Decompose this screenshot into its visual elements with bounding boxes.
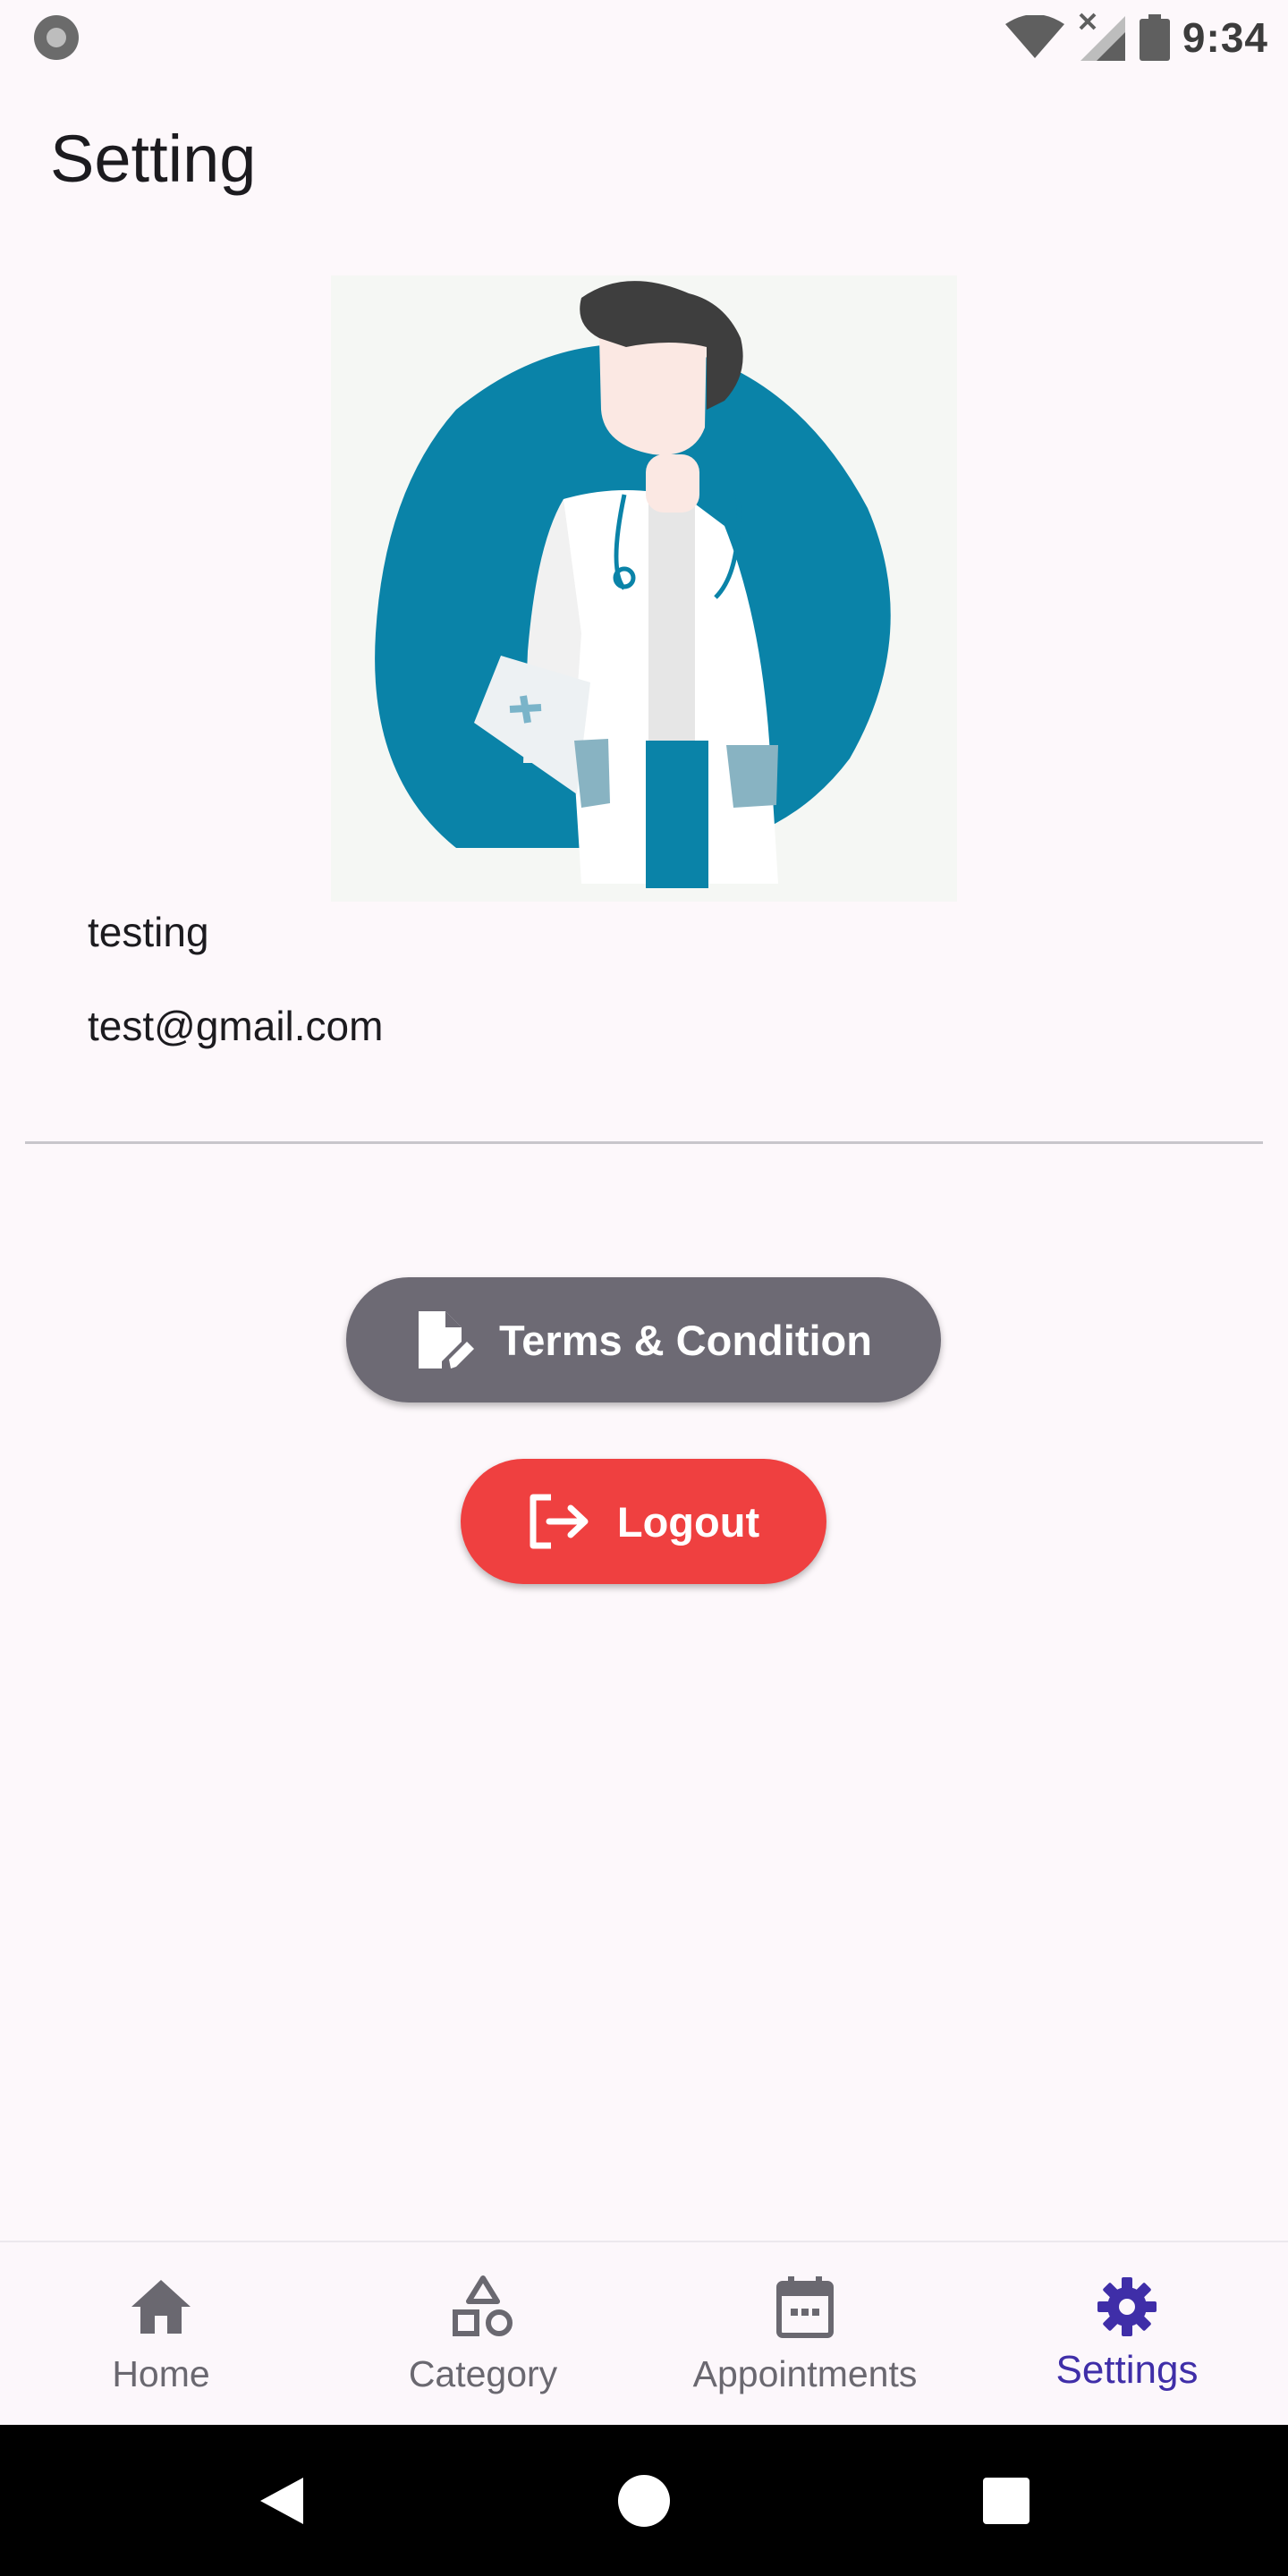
shapes-icon — [453, 2275, 513, 2336]
terms-condition-button[interactable]: Terms & Condition — [346, 1277, 941, 1402]
calendar-icon — [776, 2276, 834, 2338]
status-bar: 9:34 — [0, 0, 1288, 75]
doctor-illustration — [375, 281, 891, 888]
system-recents-button[interactable] — [953, 2425, 1060, 2576]
gear-icon — [1097, 2277, 1157, 2336]
status-time: 9:34 — [1182, 14, 1268, 61]
wifi-icon — [1004, 15, 1064, 58]
profile-email: test@gmail.com — [88, 1003, 384, 1049]
nav-item-settings[interactable]: Settings — [966, 2242, 1288, 2427]
logout-label: Logout — [616, 1497, 760, 1546]
home-icon — [131, 2280, 191, 2334]
profile-avatar — [331, 275, 957, 902]
logout-icon — [530, 1494, 589, 1549]
battery-icon — [1139, 14, 1170, 61]
nav-item-home[interactable]: Home — [0, 2242, 322, 2427]
nav-label-appointments: Appointments — [692, 2353, 918, 2394]
nav-label-category: Category — [408, 2353, 558, 2394]
settings-screen: 9:34 Setting testing test@gmail.com Term… — [0, 0, 1288, 2576]
divider — [25, 1141, 1263, 1144]
cellular-no-signal-icon — [1079, 13, 1125, 61]
nav-item-category[interactable]: Category — [322, 2242, 644, 2427]
status-icons: 9:34 — [1004, 9, 1268, 66]
system-navigation-bar — [0, 2425, 1288, 2576]
document-edit-icon — [419, 1311, 475, 1368]
system-home-button[interactable] — [590, 2425, 698, 2576]
back-icon — [260, 2477, 303, 2524]
logout-button[interactable]: Logout — [461, 1459, 826, 1584]
terms-condition-label: Terms & Condition — [499, 1316, 872, 1364]
nav-item-appointments[interactable]: Appointments — [644, 2242, 966, 2427]
nav-label-settings: Settings — [1055, 2348, 1199, 2392]
home-circle-icon — [618, 2474, 670, 2527]
profile-name: testing — [88, 909, 209, 955]
system-back-button[interactable] — [228, 2425, 335, 2576]
record-indicator-icon — [34, 15, 79, 60]
page-title: Setting — [50, 122, 257, 196]
nav-label-home: Home — [112, 2353, 210, 2394]
recents-icon — [983, 2477, 1030, 2524]
bottom-navigation: Home Category Appointments Settings — [0, 2241, 1288, 2425]
